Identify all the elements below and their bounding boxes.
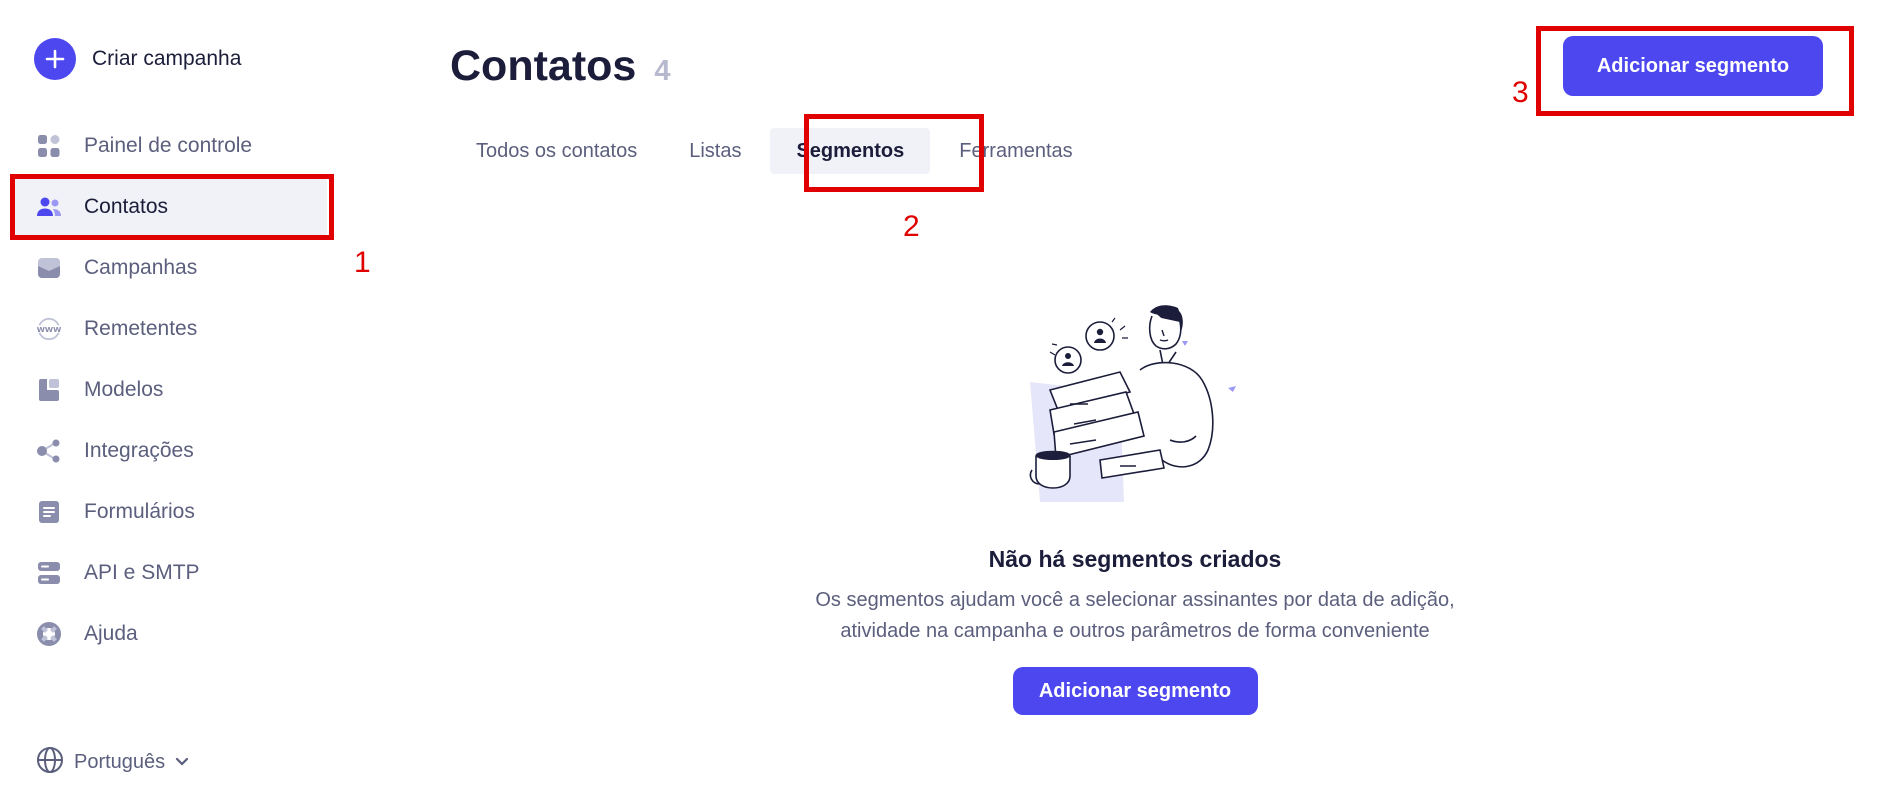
sidebar-item-label: Formulários <box>84 499 195 523</box>
empty-state-illustration <box>1029 305 1236 502</box>
annotation-box-contacts <box>10 174 334 240</box>
sidebar-item-label: API e SMTP <box>84 560 200 584</box>
annotation-box-add-segment <box>1536 26 1854 116</box>
sidebar-item-label: Ajuda <box>84 621 138 645</box>
language-selector[interactable]: Português <box>36 746 189 779</box>
empty-state-title: Não há segmentos criados <box>988 546 1282 572</box>
annotation-box-segments-tab <box>804 114 984 192</box>
sidebar: Criar campanha Painel de controle Contat… <box>0 0 340 794</box>
sidebar-item-campaigns[interactable]: Campanhas <box>12 237 327 298</box>
www-icon: WWW <box>36 316 62 342</box>
language-label: Português <box>74 751 166 773</box>
annotation-number: 3 <box>1512 76 1529 109</box>
campaigns-icon <box>36 255 62 281</box>
templates-icon <box>36 377 62 403</box>
empty-state: Não há segmentos criados Os segmentos aj… <box>790 300 1480 715</box>
annotation-number: 1 <box>354 246 371 279</box>
tab-all-contacts[interactable]: Todos os contatos <box>450 128 663 174</box>
create-campaign-button[interactable]: Criar campanha <box>34 38 241 80</box>
page-title-text: Contatos <box>450 42 637 90</box>
sidebar-item-templates[interactable]: Modelos <box>12 359 327 420</box>
annotation-number: 2 <box>903 210 920 243</box>
integrations-icon <box>36 438 62 464</box>
plus-icon <box>34 38 76 80</box>
contacts-count: 4 <box>654 55 671 87</box>
sidebar-item-label: Integrações <box>84 438 194 462</box>
sidebar-item-label: Modelos <box>84 377 164 401</box>
empty-state-add-segment-button[interactable]: Adicionar segmento <box>1012 667 1258 715</box>
sidebar-item-senders[interactable]: WWW Remetentes <box>12 298 327 359</box>
globe-icon <box>36 746 64 779</box>
sidebar-item-label: Painel de controle <box>84 133 253 157</box>
tab-bar: Todos os contatos Listas Segmentos Ferra… <box>450 128 1099 174</box>
svg-text:WWW: WWW <box>37 324 62 333</box>
dashboard-icon <box>36 133 62 159</box>
sidebar-item-dashboard[interactable]: Painel de controle <box>12 115 327 176</box>
tab-lists[interactable]: Listas <box>663 128 767 174</box>
sidebar-item-api-smtp[interactable]: API e SMTP <box>12 542 327 603</box>
sidebar-item-forms[interactable]: Formulários <box>12 481 327 542</box>
page-title: Contatos 4 <box>450 42 670 91</box>
create-campaign-label: Criar campanha <box>92 47 242 70</box>
server-icon <box>36 560 62 586</box>
sidebar-item-label: Remetentes <box>84 316 198 340</box>
sidebar-item-help[interactable]: Ajuda <box>12 603 327 664</box>
sidebar-item-label: Campanhas <box>84 255 198 279</box>
chevron-down-icon <box>175 754 189 772</box>
sidebar-item-integrations[interactable]: Integrações <box>12 420 327 481</box>
empty-state-description: Os segmentos ajudam você a selecionar as… <box>815 589 1455 642</box>
help-icon <box>36 621 62 647</box>
forms-icon <box>36 499 62 525</box>
